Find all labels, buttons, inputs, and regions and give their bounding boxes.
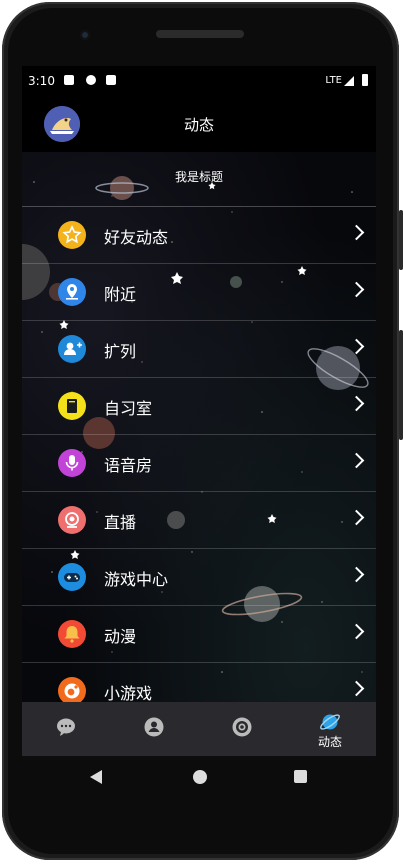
tab-messages[interactable] [22, 702, 110, 756]
notification-app-icon [86, 75, 96, 85]
recent-apps-icon[interactable] [294, 770, 307, 783]
chevron-right-icon [348, 623, 365, 640]
volume-button [399, 210, 403, 270]
page-title: 动态 [183, 116, 214, 134]
section-title: 我是标题 [174, 170, 223, 184]
system-navigation-bar [0, 756, 403, 800]
menu-item-nearby[interactable]: 附近 [22, 264, 376, 321]
menu-item-label: 扩列 [104, 342, 137, 361]
notification-a-icon [64, 75, 74, 85]
menu-item-study-room[interactable]: 自习室 [22, 378, 376, 435]
discover-icon [232, 717, 252, 737]
mini-game-icon [58, 677, 86, 702]
menu-list: 好友动态 附近 扩列 自习室 语音房 直播 游戏中心 动漫 小游戏 [22, 207, 376, 702]
live-camera-icon [58, 506, 86, 534]
menu-item-label: 直播 [104, 513, 137, 532]
menu-item-voice-room[interactable]: 语音房 [22, 435, 376, 492]
tab-profile[interactable] [110, 702, 198, 756]
location-pin-icon [58, 278, 86, 306]
app-screen: 3:10 LTE 动态 我是标题 好友动态 附近 扩列 自习室 语音房 直播 游… [22, 66, 376, 756]
menu-item-expand-friends[interactable]: 扩列 [22, 321, 376, 378]
back-icon[interactable] [90, 770, 102, 784]
star-icon [58, 221, 86, 249]
front-camera [80, 30, 90, 40]
chevron-right-icon [348, 566, 365, 583]
chevron-right-icon [348, 338, 365, 355]
menu-item-anime[interactable]: 动漫 [22, 606, 376, 663]
menu-item-label: 游戏中心 [104, 570, 169, 589]
battery-icon [362, 74, 368, 86]
tab-moments[interactable]: 动态 [286, 702, 374, 756]
tab-label: 动态 [317, 735, 342, 749]
menu-item-mini-games[interactable]: 小游戏 [22, 663, 376, 702]
top-app-bar: 动态 [22, 96, 376, 152]
chevron-right-icon [348, 395, 365, 412]
network-type: LTE [325, 75, 342, 86]
chevron-right-icon [348, 224, 365, 241]
bell-icon [58, 620, 86, 648]
menu-item-label: 自习室 [104, 399, 153, 418]
status-bar: 3:10 LTE [22, 66, 376, 96]
tab-discover[interactable] [198, 702, 286, 756]
menu-item-label: 好友动态 [104, 228, 169, 247]
chevron-right-icon [348, 680, 365, 697]
feed-content: 我是标题 好友动态 附近 扩列 自习室 语音房 直播 游戏中心 动漫 小游戏 [22, 152, 376, 702]
power-button [399, 330, 403, 440]
chevron-right-icon [348, 281, 365, 298]
menu-item-friend-feed[interactable]: 好友动态 [22, 207, 376, 264]
microphone-icon [58, 449, 86, 477]
menu-item-label: 语音房 [104, 456, 153, 475]
add-friend-icon [58, 335, 86, 363]
menu-item-game-center[interactable]: 游戏中心 [22, 549, 376, 606]
signal-icon [344, 76, 354, 86]
book-icon [58, 392, 86, 420]
menu-item-label: 动漫 [104, 627, 137, 646]
gamepad-icon [58, 563, 86, 591]
status-time: 3:10 [28, 74, 55, 88]
earpiece-speaker [156, 30, 244, 38]
sd-card-icon [106, 75, 116, 85]
profile-icon [144, 717, 164, 737]
chat-bubble-icon [57, 718, 75, 736]
bottom-navigation: 动态 [22, 702, 376, 756]
menu-item-label: 小游戏 [104, 684, 153, 702]
menu-item-label: 附近 [104, 285, 137, 304]
chevron-right-icon [348, 452, 365, 469]
menu-item-live[interactable]: 直播 [22, 492, 376, 549]
planet-icon [320, 714, 340, 730]
chevron-right-icon [348, 509, 365, 526]
home-icon[interactable] [193, 770, 207, 784]
